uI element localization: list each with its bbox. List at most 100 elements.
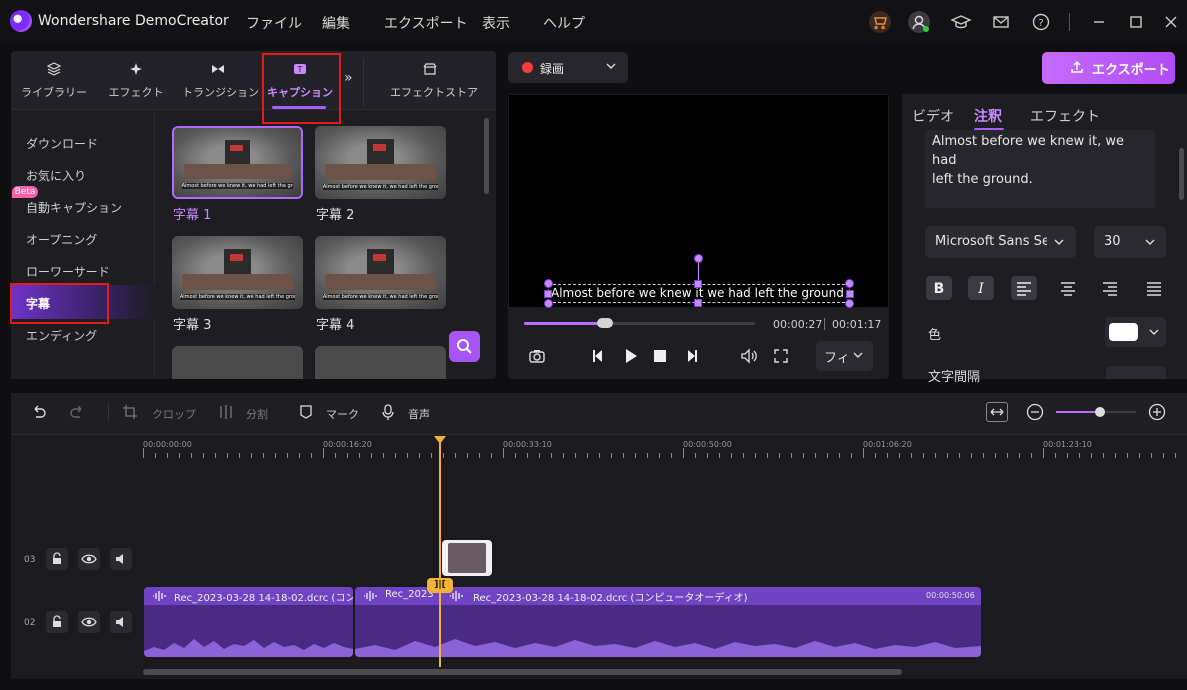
tab-video[interactable]: ビデオ bbox=[912, 106, 954, 126]
crop-icon[interactable] bbox=[122, 404, 138, 423]
eye-icon[interactable] bbox=[78, 611, 100, 633]
sidebar-item-opening[interactable]: オープニング bbox=[26, 231, 97, 248]
split-icon[interactable] bbox=[218, 404, 234, 423]
cart-icon[interactable] bbox=[869, 11, 891, 33]
layers-icon bbox=[46, 62, 62, 79]
help-icon[interactable]: ? bbox=[1030, 11, 1052, 33]
tab-effect-store[interactable]: エフェクトストア bbox=[390, 62, 478, 106]
stop-icon[interactable] bbox=[650, 346, 670, 366]
thumbnail-label-4: 字幕 4 bbox=[316, 318, 355, 333]
resize-handle-ml[interactable] bbox=[544, 290, 552, 298]
font-size-dropdown[interactable]: 30 bbox=[1094, 226, 1166, 258]
caption-text-line-2: left the ground. bbox=[932, 172, 1033, 187]
caption-thumbnail-1[interactable]: Almost before we knew it, we had left th… bbox=[172, 126, 303, 199]
align-center-button[interactable] bbox=[1055, 276, 1081, 300]
italic-button[interactable]: I bbox=[968, 276, 994, 300]
speaker-icon[interactable] bbox=[110, 548, 132, 570]
tab-effects-label: エフェクト bbox=[108, 86, 164, 99]
align-right-button[interactable] bbox=[1097, 276, 1123, 300]
step-forward-icon[interactable] bbox=[682, 346, 702, 366]
resize-handle-bc[interactable] bbox=[694, 299, 702, 307]
maximize-icon[interactable] bbox=[1125, 11, 1147, 33]
resize-handle-tc[interactable] bbox=[694, 280, 702, 288]
timeline-horizontal-scrollbar[interactable] bbox=[143, 669, 902, 675]
preview-caption-text[interactable]: Almost before we knew it we had left the… bbox=[551, 286, 844, 300]
zoom-slider-fill bbox=[1056, 411, 1100, 413]
sidebar-item-favorites[interactable]: お気に入り bbox=[26, 167, 86, 184]
menu-file[interactable]: ファイル bbox=[246, 13, 302, 33]
more-tabs-icon[interactable]: » bbox=[344, 70, 353, 86]
tab-library[interactable]: ライブラリー bbox=[20, 62, 88, 106]
caption-thumbnail-4[interactable]: Almost before we knew it, we had left th… bbox=[315, 236, 446, 309]
caption-text-field[interactable]: Almost before we knew it, we had left th… bbox=[925, 130, 1155, 208]
tab-effects[interactable]: エフェクト bbox=[106, 62, 166, 106]
justify-button[interactable] bbox=[1141, 276, 1167, 300]
undo-icon[interactable] bbox=[30, 403, 48, 424]
play-icon[interactable] bbox=[621, 346, 641, 366]
caption-thumbnail-6[interactable] bbox=[315, 346, 446, 379]
user-avatar-icon[interactable] bbox=[908, 11, 930, 33]
marker-icon[interactable] bbox=[298, 404, 314, 423]
search-icon bbox=[457, 339, 472, 354]
align-left-button[interactable] bbox=[1011, 276, 1037, 300]
step-back-icon[interactable] bbox=[588, 346, 608, 366]
snapshot-icon[interactable] bbox=[527, 346, 547, 366]
lock-icon[interactable] bbox=[46, 611, 68, 633]
properties-scrollbar[interactable] bbox=[1179, 148, 1184, 200]
resize-handle-tl[interactable] bbox=[544, 279, 553, 288]
menu-view[interactable]: 表示 bbox=[482, 13, 510, 33]
justify-icon bbox=[1147, 282, 1161, 296]
mail-icon[interactable] bbox=[990, 11, 1012, 33]
search-button[interactable] bbox=[449, 331, 480, 362]
resize-handle-br[interactable] bbox=[845, 299, 854, 308]
menu-help[interactable]: ヘルプ bbox=[543, 13, 585, 33]
sidebar-item-download[interactable]: ダウンロード bbox=[26, 135, 98, 152]
font-dropdown[interactable]: Microsoft Sans Ser bbox=[925, 226, 1076, 258]
resize-handle-mr[interactable] bbox=[846, 290, 854, 298]
caption-thumbnail-3[interactable]: Almost before we knew it, we had left th… bbox=[172, 236, 303, 309]
volume-icon[interactable] bbox=[739, 346, 759, 366]
lock-icon[interactable] bbox=[46, 548, 68, 570]
export-button[interactable]: エクスポート bbox=[1042, 52, 1175, 84]
tab-transition-label: トランジション bbox=[182, 86, 259, 99]
menu-export[interactable]: エクスポート bbox=[384, 13, 468, 33]
playhead[interactable] bbox=[439, 443, 441, 667]
microphone-icon[interactable] bbox=[380, 404, 396, 423]
sidebar-item-auto-caption[interactable]: 自動キャプション bbox=[26, 199, 122, 216]
playback-progress-knob[interactable] bbox=[597, 318, 613, 328]
close-icon[interactable] bbox=[1160, 11, 1182, 33]
split-at-playhead-icon[interactable]: ]|[ bbox=[427, 578, 453, 593]
eye-icon[interactable] bbox=[78, 548, 100, 570]
zoom-in-icon[interactable] bbox=[1148, 403, 1166, 424]
audio-clip-2[interactable]: Rec_2023 Rec_2023-03-28 14-18-02.dcrc (コ… bbox=[355, 587, 981, 657]
rotate-handle[interactable] bbox=[694, 254, 703, 263]
fullscreen-icon[interactable] bbox=[771, 346, 791, 366]
waveform-icon bbox=[449, 590, 465, 605]
tab-transition[interactable]: トランジション bbox=[182, 62, 259, 106]
chevron-down-icon bbox=[1053, 236, 1065, 252]
audio-clip-1[interactable]: Rec_2023-03-28 14-18-02.dcrc (コン bbox=[144, 587, 353, 657]
sidebar-item-lower-third[interactable]: ローワーサード bbox=[26, 263, 110, 280]
fit-dropdown[interactable]: フィ bbox=[816, 341, 873, 371]
caption-thumbnail-5[interactable] bbox=[172, 346, 303, 379]
sidebar-item-ending[interactable]: エンディング bbox=[26, 327, 97, 344]
tab-annotation[interactable]: 注釈 bbox=[974, 106, 1002, 126]
caption-thumbnail-2[interactable]: Almost before we knew it, we had left th… bbox=[315, 126, 446, 199]
minimize-icon[interactable] bbox=[1088, 11, 1110, 33]
fit-timeline-icon[interactable] bbox=[986, 402, 1008, 422]
redo-icon[interactable] bbox=[68, 403, 86, 424]
bold-button[interactable]: B bbox=[926, 276, 952, 300]
playhead-handle[interactable] bbox=[434, 436, 446, 444]
thumbnail-scrollbar[interactable] bbox=[484, 118, 489, 194]
graduation-cap-icon[interactable] bbox=[950, 11, 972, 33]
resize-handle-tr[interactable] bbox=[845, 279, 854, 288]
menu-edit[interactable]: 編集 bbox=[322, 13, 350, 33]
timeline-ruler[interactable] bbox=[143, 436, 1187, 462]
zoom-slider-knob[interactable] bbox=[1095, 407, 1105, 417]
speaker-icon[interactable] bbox=[110, 611, 132, 633]
zoom-out-icon[interactable] bbox=[1026, 403, 1044, 424]
tab-effect[interactable]: エフェクト bbox=[1030, 106, 1100, 126]
record-dropdown[interactable]: 録画 bbox=[508, 52, 628, 83]
resize-handle-bl[interactable] bbox=[544, 299, 553, 308]
letter-spacing-control[interactable] bbox=[1106, 366, 1166, 379]
